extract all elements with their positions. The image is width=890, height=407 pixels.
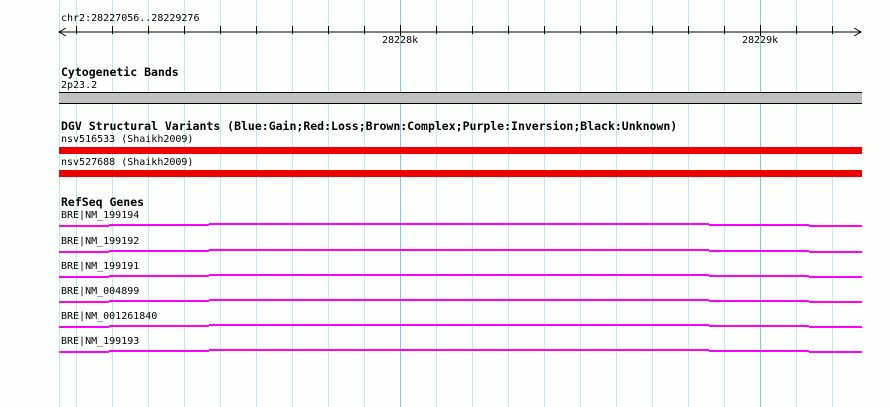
gene-feature-line[interactable] bbox=[59, 251, 109, 253]
ruler-tick-label: 28228k bbox=[382, 35, 419, 46]
gene-feature-line[interactable] bbox=[109, 250, 209, 252]
gene-label: BRE|NM_199193 bbox=[61, 336, 140, 347]
gene-feature-line[interactable] bbox=[809, 225, 862, 227]
cytoband-feature[interactable] bbox=[59, 92, 862, 104]
gene-feature-line[interactable] bbox=[809, 351, 862, 353]
gene-feature-line[interactable] bbox=[709, 275, 809, 277]
grid-minor-line bbox=[652, 0, 653, 407]
grid-minor-line bbox=[508, 0, 509, 407]
gene-feature-line[interactable] bbox=[209, 324, 709, 326]
gene-feature-line[interactable] bbox=[59, 326, 109, 328]
gene-feature-line[interactable] bbox=[709, 325, 809, 327]
grid-major-line bbox=[400, 0, 401, 407]
gene-feature-line[interactable] bbox=[709, 250, 809, 252]
gene-label: BRE|NM_199192 bbox=[61, 236, 140, 247]
gene-feature-line[interactable] bbox=[709, 300, 809, 302]
gene-feature-line[interactable] bbox=[809, 301, 862, 303]
gene-feature-line[interactable] bbox=[809, 251, 862, 253]
gene-feature-line[interactable] bbox=[109, 350, 209, 352]
gene-feature-line[interactable] bbox=[109, 300, 209, 302]
gene-feature-line[interactable] bbox=[59, 301, 109, 303]
track-title-refseq-genes: RefSeq Genes bbox=[61, 195, 145, 209]
gene-feature-line[interactable] bbox=[109, 275, 209, 277]
gene-feature-line[interactable] bbox=[809, 326, 862, 328]
grid-minor-line bbox=[688, 0, 689, 407]
gene-feature-line[interactable] bbox=[59, 351, 109, 353]
gene-label: BRE|NM_199191 bbox=[61, 261, 140, 272]
grid-minor-line bbox=[220, 0, 221, 407]
grid-major-line bbox=[760, 0, 761, 407]
grid-minor-line bbox=[580, 0, 581, 407]
ruler-ticks bbox=[76, 25, 833, 36]
grid-minor-line bbox=[436, 0, 437, 407]
gene-feature-line[interactable] bbox=[209, 349, 709, 351]
grid-minor-line bbox=[544, 0, 545, 407]
variant-label: nsv516533 (Shaikh2009) bbox=[61, 134, 194, 145]
track-title-cytogenetic-bands: Cytogenetic Bands bbox=[61, 65, 179, 79]
gene-feature-line[interactable] bbox=[709, 224, 809, 226]
grid-minor-line bbox=[724, 0, 725, 407]
variant-label: nsv527688 (Shaikh2009) bbox=[61, 157, 194, 168]
gene-feature-line[interactable] bbox=[209, 299, 709, 301]
grid-minor-line bbox=[328, 0, 329, 407]
gene-label: BRE|NM_199194 bbox=[61, 210, 140, 221]
gene-feature-line[interactable] bbox=[809, 276, 862, 278]
gene-feature-line[interactable] bbox=[59, 225, 109, 227]
grid-minor-line bbox=[472, 0, 473, 407]
grid-minor-line bbox=[292, 0, 293, 407]
gene-feature-line[interactable] bbox=[109, 224, 209, 226]
gene-feature-line[interactable] bbox=[209, 249, 709, 251]
gene-feature-line[interactable] bbox=[209, 274, 709, 276]
grid-minor-line bbox=[796, 0, 797, 407]
track-title-dgv-structural-variants: DGV Structural Variants (Blue:Gain;Red:L… bbox=[61, 119, 678, 133]
cytoband-label: 2p23.2 bbox=[61, 80, 98, 91]
genome-browser-panel: chr2:28227056..28229276 28228k 28229k Cyt… bbox=[0, 0, 890, 407]
gene-label: BRE|NM_001261840 bbox=[61, 311, 158, 322]
ruler-tick-label: 28229k bbox=[742, 35, 779, 46]
grid-minor-line bbox=[616, 0, 617, 407]
grid-minor-line bbox=[256, 0, 257, 407]
grid-boundary-line bbox=[59, 0, 60, 407]
grid-minor-line bbox=[364, 0, 365, 407]
gene-feature-line[interactable] bbox=[109, 325, 209, 327]
gene-feature-line[interactable] bbox=[709, 350, 809, 352]
variant-feature-bar[interactable] bbox=[59, 147, 862, 154]
grid-minor-line bbox=[148, 0, 149, 407]
gene-label: BRE|NM_004899 bbox=[61, 286, 140, 297]
gene-feature-line[interactable] bbox=[59, 276, 109, 278]
variant-feature-bar[interactable] bbox=[59, 170, 862, 177]
grid-minor-line bbox=[184, 0, 185, 407]
grid-minor-line bbox=[832, 0, 833, 407]
gene-feature-line[interactable] bbox=[209, 223, 709, 225]
